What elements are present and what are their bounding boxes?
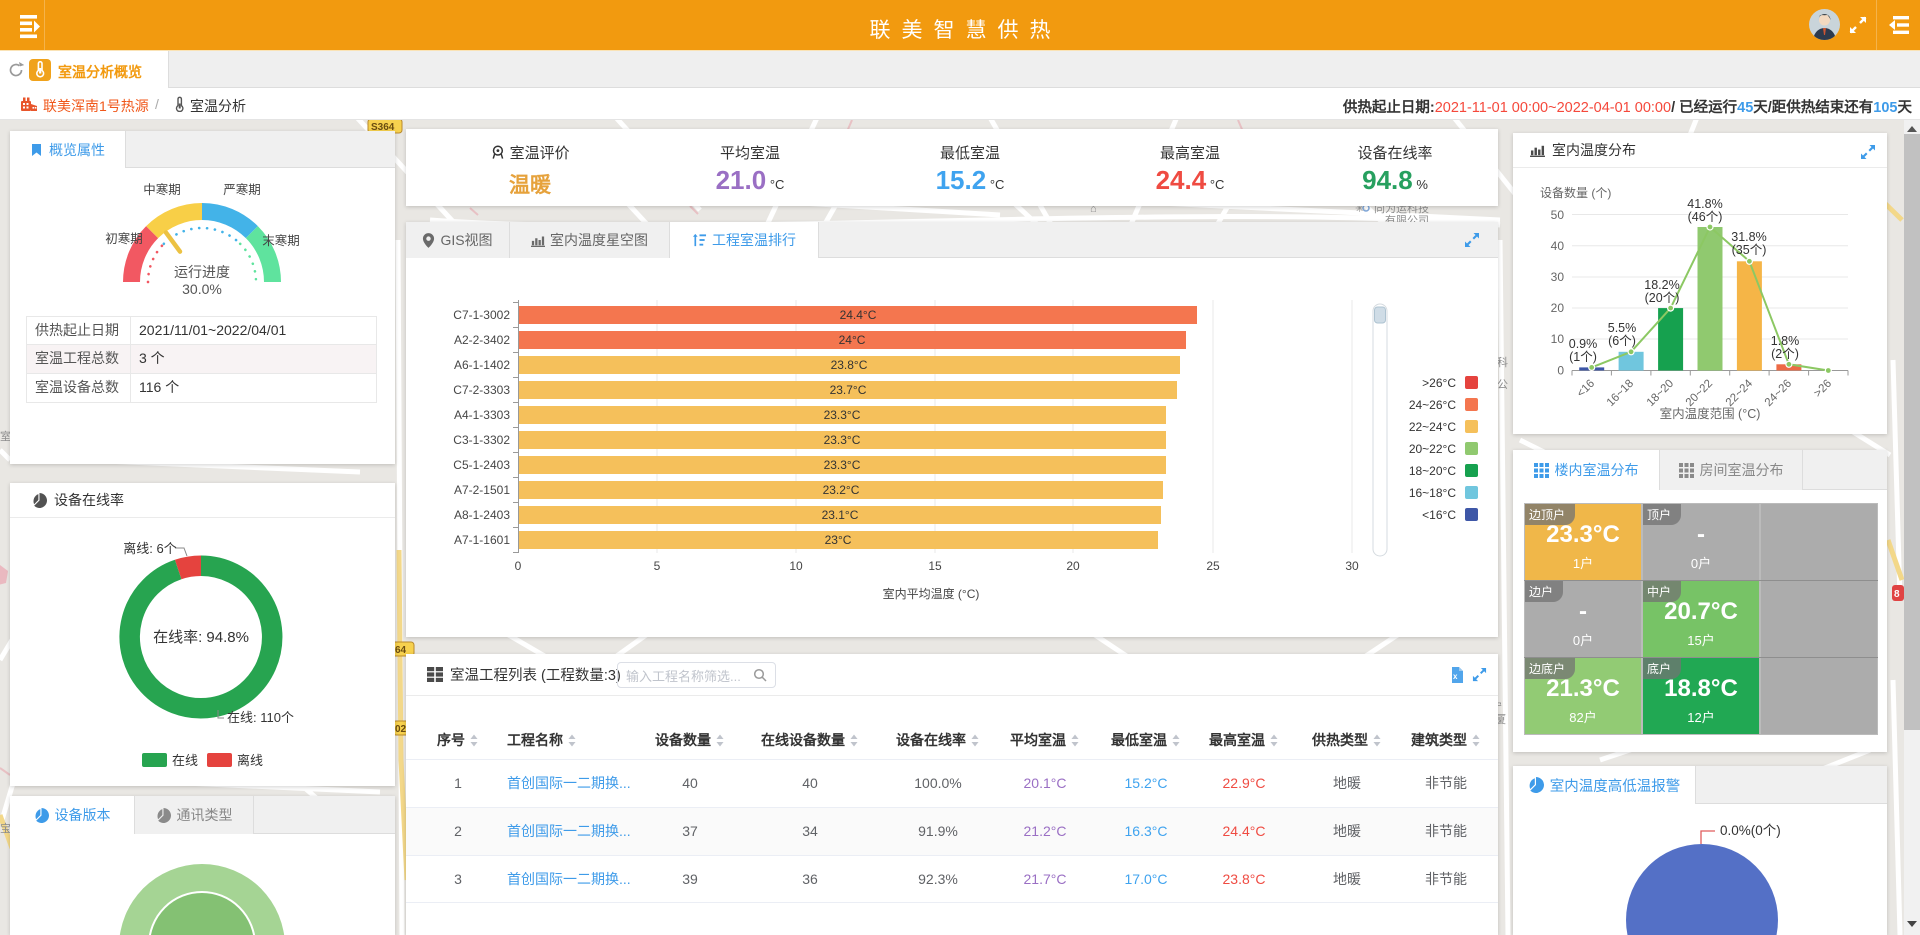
- svg-text:23.3°C: 23.3°C: [824, 408, 861, 422]
- svg-text:10: 10: [1551, 332, 1565, 346]
- svg-text:30.0%: 30.0%: [182, 281, 222, 297]
- svg-text:A7-1-1601: A7-1-1601: [454, 533, 510, 547]
- svg-text:30: 30: [1551, 270, 1565, 284]
- svg-text:18~20: 18~20: [1645, 378, 1676, 409]
- svg-text:>26: >26: [1812, 378, 1834, 400]
- svg-text:末寒期: 末寒期: [262, 233, 300, 248]
- svg-text:16~18°C: 16~18°C: [1409, 486, 1457, 500]
- svg-text:25: 25: [1206, 559, 1220, 573]
- svg-text:18~20°C: 18~20°C: [1409, 464, 1457, 478]
- svg-text:<16°C: <16°C: [1422, 508, 1456, 522]
- svg-text:在线: 在线: [172, 753, 198, 768]
- svg-text:20~22°C: 20~22°C: [1409, 442, 1457, 456]
- svg-text:15: 15: [928, 559, 942, 573]
- svg-text:A4-1-3303: A4-1-3303: [454, 408, 510, 422]
- svg-text:(35个): (35个): [1732, 243, 1767, 257]
- svg-text:在线率: 94.8%: 在线率: 94.8%: [153, 629, 249, 646]
- svg-text:科: 科: [1497, 355, 1508, 369]
- svg-text:18.2%: 18.2%: [1644, 278, 1679, 292]
- svg-text:22~24: 22~24: [1724, 377, 1756, 409]
- svg-text:24~26°C: 24~26°C: [1409, 398, 1457, 412]
- svg-text:20~22: 20~22: [1684, 378, 1715, 409]
- svg-text:室内温度范围 (°C): 室内温度范围 (°C): [1660, 406, 1761, 421]
- svg-text:23.3°C: 23.3°C: [824, 433, 861, 447]
- svg-text:23.2°C: 23.2°C: [823, 483, 860, 497]
- svg-text:23.8°C: 23.8°C: [831, 358, 868, 372]
- svg-text:23.3°C: 23.3°C: [824, 458, 861, 472]
- svg-text:运行进度: 运行进度: [174, 264, 230, 280]
- svg-text:40: 40: [1551, 239, 1565, 253]
- svg-text:中寒期: 中寒期: [143, 182, 181, 197]
- svg-text:24~26: 24~26: [1763, 378, 1794, 409]
- svg-text:(20个): (20个): [1645, 291, 1680, 305]
- svg-text:0: 0: [515, 559, 522, 573]
- svg-text:10: 10: [789, 559, 803, 573]
- svg-text:0.9%: 0.9%: [1569, 337, 1598, 351]
- svg-text:A8-1-2403: A8-1-2403: [454, 508, 510, 522]
- svg-text:<16: <16: [1575, 378, 1597, 400]
- svg-text:(46个): (46个): [1688, 210, 1723, 224]
- svg-text:0: 0: [1557, 364, 1564, 378]
- svg-text:23.1°C: 23.1°C: [822, 508, 859, 522]
- svg-text:1.8%: 1.8%: [1771, 334, 1800, 348]
- svg-text:C3-1-3302: C3-1-3302: [453, 433, 510, 447]
- svg-text:设备数量 (个): 设备数量 (个): [1540, 185, 1611, 200]
- svg-text:8: 8: [1894, 589, 1900, 600]
- svg-text:23.7°C: 23.7°C: [830, 383, 867, 397]
- svg-text:5: 5: [654, 559, 661, 573]
- svg-text:31.8%: 31.8%: [1731, 230, 1766, 244]
- svg-text:(6个): (6个): [1608, 334, 1636, 348]
- svg-text:C7-2-3303: C7-2-3303: [453, 383, 510, 397]
- svg-text:>26°C: >26°C: [1422, 376, 1456, 390]
- svg-text:22~24°C: 22~24°C: [1409, 420, 1457, 434]
- svg-text:离线: 6个: 离线: 6个: [123, 541, 176, 556]
- svg-text:C7-1-3002: C7-1-3002: [453, 308, 510, 322]
- svg-text:50: 50: [1551, 208, 1565, 222]
- svg-text:室内平均温度 (°C): 室内平均温度 (°C): [883, 586, 980, 601]
- svg-text:64: 64: [395, 645, 407, 656]
- svg-text:A2-2-3402: A2-2-3402: [454, 333, 510, 347]
- svg-text:(1个): (1个): [1569, 350, 1597, 364]
- svg-text:41.8%: 41.8%: [1687, 197, 1722, 211]
- svg-text:30: 30: [1345, 559, 1359, 573]
- svg-text:C5-1-2403: C5-1-2403: [453, 458, 510, 472]
- svg-text:16~18: 16~18: [1605, 378, 1636, 409]
- svg-text:x: x: [1453, 672, 1458, 681]
- svg-text:离线: 离线: [237, 753, 263, 768]
- svg-text:严寒期: 严寒期: [223, 182, 261, 197]
- svg-text:5.5%: 5.5%: [1608, 321, 1637, 335]
- svg-text:20: 20: [1551, 301, 1565, 315]
- svg-text:在线: 110个: 在线: 110个: [227, 710, 294, 725]
- svg-text:A7-2-1501: A7-2-1501: [454, 483, 510, 497]
- svg-text:(2个): (2个): [1771, 347, 1799, 361]
- svg-text:24°C: 24°C: [839, 333, 866, 347]
- svg-text:初寒期: 初寒期: [105, 231, 143, 246]
- svg-text:公: 公: [1497, 379, 1508, 391]
- svg-text:A6-1-1402: A6-1-1402: [454, 358, 510, 372]
- svg-text:20: 20: [1066, 559, 1080, 573]
- svg-text:0.0%(0个): 0.0%(0个): [1720, 823, 1781, 838]
- svg-text:24.4°C: 24.4°C: [840, 308, 877, 322]
- svg-text:23°C: 23°C: [825, 533, 852, 547]
